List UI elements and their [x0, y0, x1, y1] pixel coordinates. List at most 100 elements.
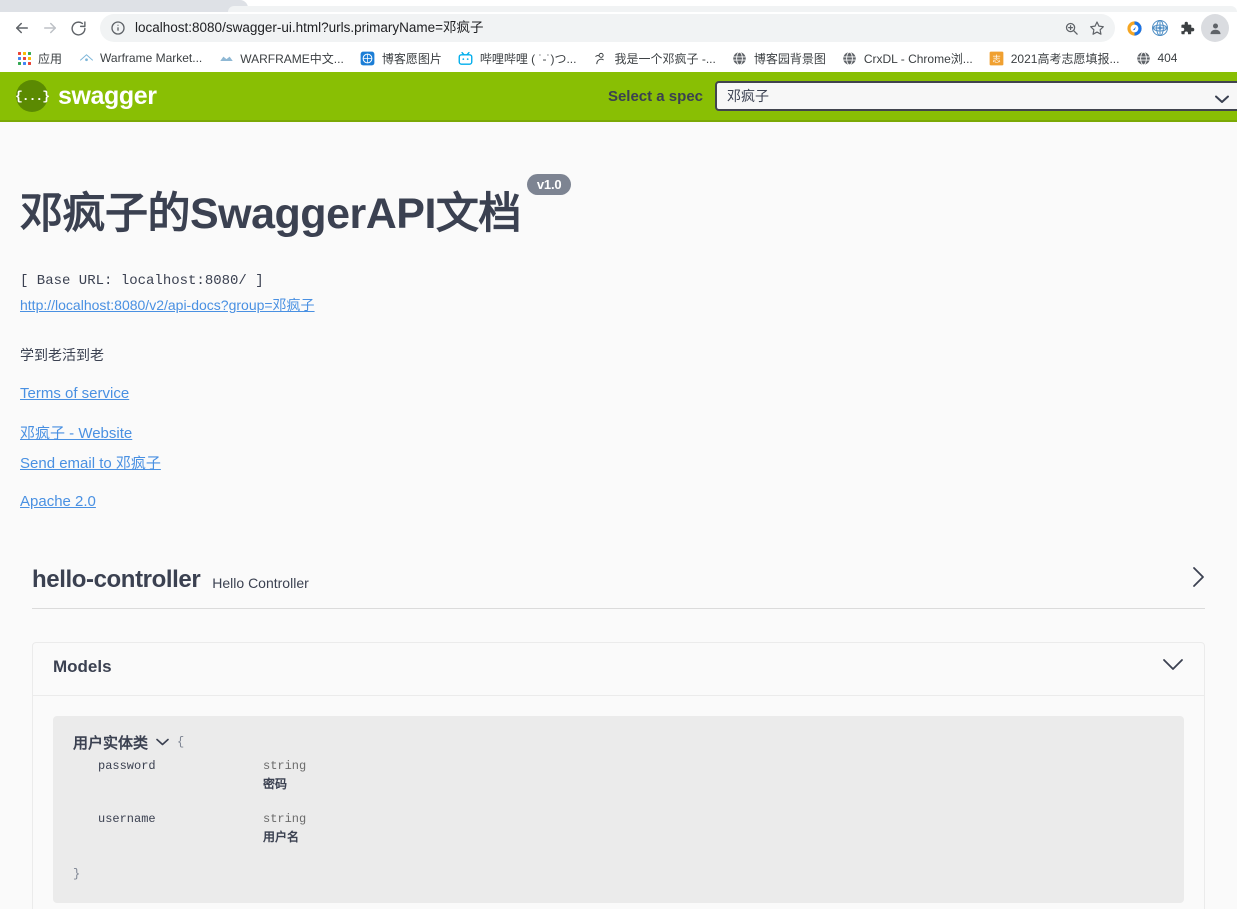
property-name: password: [98, 758, 156, 773]
bookmark-crxdl[interactable]: CrxDL - Chrome浏...: [834, 46, 981, 70]
puzzle-extensions-icon[interactable]: [1173, 15, 1199, 41]
blog-icon: [360, 50, 376, 66]
globe-icon: [732, 50, 748, 66]
chevron-down-icon[interactable]: [156, 738, 169, 746]
operations-block: hello-controller Hello Controller: [20, 566, 1217, 609]
property-type: string: [263, 811, 307, 826]
bilibili-icon: [458, 50, 474, 66]
warframe-cn-icon: [218, 50, 234, 66]
model-property-row: password string 密码: [73, 759, 1164, 792]
page-title: 邓疯子的SwaggerAPI文档: [20, 189, 521, 238]
terms-of-service-link[interactable]: Terms of service: [20, 385, 129, 402]
compass-extension-icon[interactable]: [1121, 15, 1147, 41]
profile-avatar[interactable]: [1201, 14, 1229, 42]
property-description: 密码: [263, 776, 288, 791]
license-link[interactable]: Apache 2.0: [20, 493, 96, 510]
property-details: string 用户名: [263, 812, 1164, 845]
chevron-down-icon: [1215, 91, 1229, 109]
api-description: 学到老活到老: [20, 346, 104, 363]
forward-button[interactable]: [36, 14, 64, 42]
bookmark-warframe-cn[interactable]: WARFRAME中文...: [210, 46, 352, 70]
back-button[interactable]: [8, 14, 36, 42]
url-text: localhost:8080/swagger-ui.html?urls.prim…: [135, 20, 484, 35]
models-section: Models 用户实体类 { password string 密码 userna…: [32, 641, 1205, 909]
bookmark-label: 我是一个邓疯子 -...: [614, 51, 716, 66]
globe-extension-icon[interactable]: [1147, 15, 1173, 41]
bookmark-apps[interactable]: 应用: [8, 46, 70, 70]
svg-text:志: 志: [993, 53, 1001, 63]
page-wrapper: 邓疯子的SwaggerAPI文档 v1.0 [ Base URL: localh…: [0, 122, 1237, 909]
spec-select-dropdown[interactable]: 邓疯子: [715, 81, 1237, 111]
swagger-braces-icon: {...}: [15, 80, 50, 112]
tab-strip: [0, 0, 1237, 12]
api-title-row: 邓疯子的SwaggerAPI文档 v1.0: [20, 162, 1217, 267]
bookmark-label: 404: [1157, 51, 1178, 65]
spec-selector-area: Select a spec 邓疯子: [157, 81, 1237, 111]
bookmark-label: 2021高考志愿填报...: [1010, 51, 1120, 66]
globe-icon: [842, 50, 858, 66]
bookmark-bilibili[interactable]: 哔哩哔哩 ( ˙-˙)つ...: [450, 46, 585, 70]
address-bar[interactable]: localhost:8080/swagger-ui.html?urls.prim…: [100, 14, 1115, 42]
info-circle-icon[interactable]: [110, 20, 126, 36]
bookmark-cnblogs-bg[interactable]: 博客园背景图: [724, 46, 834, 70]
contact-email-line: Send email to 邓疯子: [20, 452, 1217, 473]
apps-grid-icon: [16, 50, 32, 66]
swagger-logo-text: swagger: [58, 81, 157, 110]
bookmark-warframe-market[interactable]: Warframe Market...: [70, 46, 210, 70]
models-header[interactable]: Models: [33, 643, 1204, 696]
operation-tag-description: Hello Controller: [212, 574, 309, 591]
base-url-text: [ Base URL: localhost:8080/ ]: [20, 272, 264, 289]
spec-select-value: 邓疯子: [727, 88, 769, 104]
contact-email-link[interactable]: Send email to 邓疯子: [20, 455, 161, 472]
warframe-icon: [78, 50, 94, 66]
bookmark-gaokao[interactable]: 志 2021高考志愿填报...: [981, 46, 1128, 70]
close-brace: }: [73, 866, 81, 881]
browser-tab-background[interactable]: [228, 6, 1237, 12]
bookmark-label: 博客愿图片: [381, 51, 442, 66]
swagger-ui-page: {...} swagger Select a spec 邓疯子 邓疯子的Swag…: [0, 72, 1237, 909]
zoom-magnifier-icon[interactable]: [1059, 16, 1083, 40]
operation-tag-name: hello-controller: [32, 565, 201, 593]
browser-tab-active[interactable]: [0, 0, 248, 12]
chevron-down-icon[interactable]: [1162, 658, 1184, 676]
reload-button[interactable]: [64, 14, 92, 42]
version-badge: v1.0: [526, 174, 572, 195]
property-details: string 密码: [263, 759, 1164, 792]
terms-of-service-line: Terms of service: [20, 385, 1217, 402]
star-icon[interactable]: [1085, 16, 1109, 40]
globe-icon: [1135, 50, 1151, 66]
model-schema-user-entity: 用户实体类 { password string 密码 username stri…: [53, 715, 1184, 903]
bookmark-404[interactable]: 404: [1127, 46, 1185, 70]
browser-toolbar: localhost:8080/swagger-ui.html?urls.prim…: [0, 12, 1237, 44]
browser-chrome: localhost:8080/swagger-ui.html?urls.prim…: [0, 0, 1237, 72]
bookmark-label: 应用: [38, 51, 63, 66]
swagger-topbar: {...} swagger Select a spec 邓疯子: [0, 72, 1237, 122]
gaokao-icon: 志: [989, 50, 1005, 66]
person-icon: [592, 50, 608, 66]
model-name-row[interactable]: 用户实体类 {: [73, 732, 1164, 753]
bookmark-personal-blog[interactable]: 我是一个邓疯子 -...: [584, 46, 723, 70]
models-title: Models: [53, 656, 112, 676]
chevron-right-icon[interactable]: [1192, 566, 1205, 593]
contact-website-link[interactable]: 邓疯子 - Website: [20, 425, 132, 442]
api-docs-link[interactable]: http://localhost:8080/v2/api-docs?group=…: [20, 295, 315, 315]
property-name: username: [98, 811, 156, 826]
property-description: 用户名: [263, 829, 300, 844]
model-name: 用户实体类: [73, 734, 149, 752]
license-line: Apache 2.0: [20, 493, 1217, 510]
contact-website-line: 邓疯子 - Website: [20, 422, 1217, 443]
api-info-block: 邓疯子的SwaggerAPI文档 v1.0 [ Base URL: localh…: [20, 122, 1217, 510]
property-spacer: [73, 792, 1164, 806]
model-property-row: username string 用户名: [73, 812, 1164, 845]
open-brace: {: [177, 735, 185, 750]
bookmark-label: WARFRAME中文...: [240, 51, 344, 66]
swagger-logo[interactable]: {...} swagger: [15, 80, 157, 112]
select-a-spec-label: Select a spec: [607, 87, 703, 105]
bookmark-label: CrxDL - Chrome浏...: [863, 51, 973, 66]
bookmark-blog-image[interactable]: 博客愿图片: [352, 46, 450, 70]
bookmark-label: 博客园背景图: [753, 51, 826, 66]
operation-tag-hello-controller[interactable]: hello-controller Hello Controller: [32, 566, 1205, 609]
property-type: string: [263, 758, 307, 773]
bookmark-label: 哔哩哔哩 ( ˙-˙)つ...: [479, 51, 577, 66]
bookmarks-bar: 应用 Warframe Market... WARFRAME中文... 博客愿图…: [0, 44, 1237, 72]
